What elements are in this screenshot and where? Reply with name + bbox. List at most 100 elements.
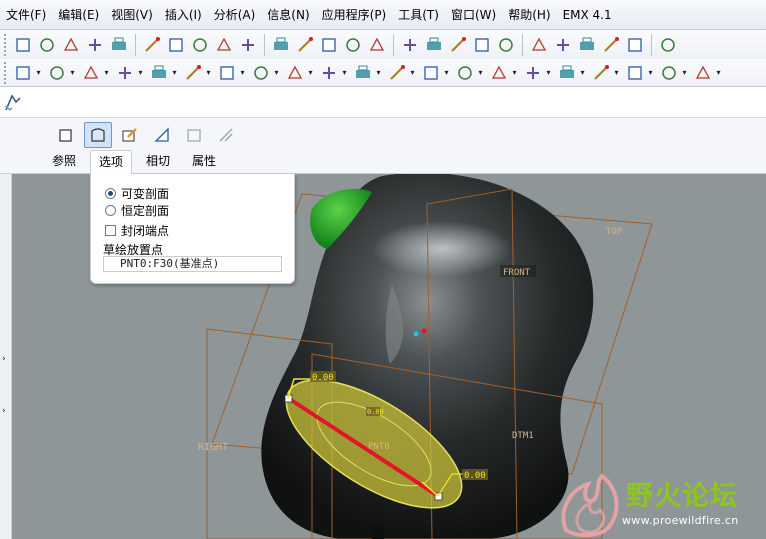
chevron-down-icon[interactable]: ▾ [341,62,348,84]
chevron-down-icon[interactable]: ▾ [647,62,654,84]
chevron-down-icon[interactable]: ▾ [205,62,212,84]
find-icon[interactable] [270,34,292,56]
menu-item[interactable]: EMX 4.1 [557,4,618,26]
menu-item[interactable]: 应用程序(P) [316,4,393,26]
paste-special-icon[interactable] [213,34,235,56]
remove-material-icon[interactable] [148,122,176,148]
display-style-icon[interactable] [552,34,574,56]
chevron-down-icon[interactable]: ▾ [239,62,246,84]
chevron-down-icon[interactable]: ▾ [511,62,518,84]
sweep-feature-icon[interactable] [2,92,24,114]
tab-references[interactable]: 参照 [44,150,84,174]
menu-item[interactable]: 视图(V) [105,4,159,26]
chevron-down-icon[interactable]: ▾ [307,62,314,84]
zoom-in-icon[interactable] [399,34,421,56]
redo-icon[interactable] [108,34,130,56]
emx-cooling-icon[interactable] [420,62,442,84]
chevron-down-icon[interactable]: ▾ [69,62,76,84]
orient-icon[interactable] [471,34,493,56]
dock-expand-arrow[interactable]: › [2,354,6,364]
saved-views-icon[interactable] [495,34,517,56]
chevron-down-icon[interactable]: ▾ [681,62,688,84]
cut-icon[interactable] [141,34,163,56]
chevron-down-icon[interactable]: ▾ [103,62,110,84]
wireframe-icon[interactable] [576,34,598,56]
coordinate-system-icon[interactable] [182,62,204,84]
menu-item[interactable]: 插入(I) [159,4,208,26]
chevron-down-icon[interactable]: ▾ [477,62,484,84]
emx-settings-icon[interactable] [624,62,646,84]
variable-section-radio[interactable] [105,187,116,199]
emx-bolt-icon[interactable] [284,62,306,84]
sweep-surface-icon[interactable] [84,122,112,148]
thicken-icon[interactable] [180,122,208,148]
menu-item[interactable]: 窗口(W) [445,4,502,26]
tab-properties[interactable]: 属性 [184,150,224,174]
tab-options[interactable]: 选项 [90,150,133,174]
chevron-down-icon[interactable]: ▾ [443,62,450,84]
chevron-down-icon[interactable]: ▾ [137,62,144,84]
open-file-icon[interactable] [36,34,58,56]
emx-new-icon[interactable] [590,62,612,84]
toolbar-grip[interactable] [4,34,8,56]
emx-ejector-icon[interactable] [386,62,408,84]
emx-lifter-icon[interactable] [488,62,510,84]
shading-icon[interactable] [657,34,679,56]
menu-item[interactable]: 文件(F) [0,4,52,26]
toolbar-grip[interactable] [4,61,8,84]
copy-icon[interactable] [165,34,187,56]
datum-point-icon[interactable] [148,62,170,84]
emx-screw-icon[interactable] [318,62,340,84]
spin-center-icon[interactable] [366,34,388,56]
menu-item[interactable]: 编辑(E) [52,4,105,26]
repaint-icon[interactable] [318,34,340,56]
emx-pin-icon[interactable] [352,62,374,84]
paste-icon[interactable] [189,34,211,56]
constant-section-option[interactable]: 恒定剖面 [105,201,169,219]
chevron-down-icon[interactable]: ▾ [545,62,552,84]
sketch-icon[interactable] [12,62,34,84]
chevron-down-icon[interactable]: ▾ [273,62,280,84]
chevron-down-icon[interactable]: ▾ [409,62,416,84]
undo-icon[interactable] [84,34,106,56]
menu-item[interactable]: 信息(N) [261,4,315,26]
menu-item[interactable]: 分析(A) [208,4,262,26]
no-hidden-icon[interactable] [624,34,646,56]
emx-drawing-icon[interactable] [556,62,578,84]
emx-guide-icon[interactable] [250,62,272,84]
new-file-icon[interactable] [12,34,34,56]
trim-icon[interactable] [212,122,240,148]
emx-insert-icon[interactable] [692,62,714,84]
layers-icon[interactable] [528,34,550,56]
chevron-down-icon[interactable]: ▾ [579,62,586,84]
close-window-icon[interactable] [46,62,68,84]
chevron-down-icon[interactable]: ▾ [35,62,42,84]
regenerate-icon[interactable] [237,34,259,56]
variable-section-option[interactable]: 可变剖面 [105,184,169,202]
emx-plate-icon[interactable] [216,62,238,84]
sweep-solid-icon[interactable] [52,122,80,148]
select-box-icon[interactable] [294,34,316,56]
chevron-down-icon[interactable]: ▾ [171,62,178,84]
tab-tangency[interactable]: 相切 [138,150,178,174]
datum-plane-icon[interactable] [80,62,102,84]
menu-item[interactable]: 帮助(H) [502,4,556,26]
datum-axis-icon[interactable] [114,62,136,84]
dock-expand-arrow[interactable]: › [2,406,6,416]
chevron-down-icon[interactable]: ▾ [613,62,620,84]
constant-section-radio[interactable] [105,204,116,216]
close-ends-checkbox[interactable] [105,224,116,236]
save-icon[interactable] [60,34,82,56]
menu-item[interactable]: 工具(T) [392,4,445,26]
refit-icon[interactable] [342,34,364,56]
emx-pocket-icon[interactable] [658,62,680,84]
emx-bom-icon[interactable] [522,62,544,84]
zoom-out-icon[interactable] [423,34,445,56]
close-ends-option[interactable]: 封闭端点 [105,221,169,239]
zoom-fit-icon[interactable] [447,34,469,56]
emx-slider-icon[interactable] [454,62,476,84]
hidden-line-icon[interactable] [600,34,622,56]
chevron-down-icon[interactable]: ▾ [375,62,382,84]
sketch-edit-icon[interactable] [116,122,144,148]
chevron-down-icon[interactable]: ▾ [715,62,722,84]
